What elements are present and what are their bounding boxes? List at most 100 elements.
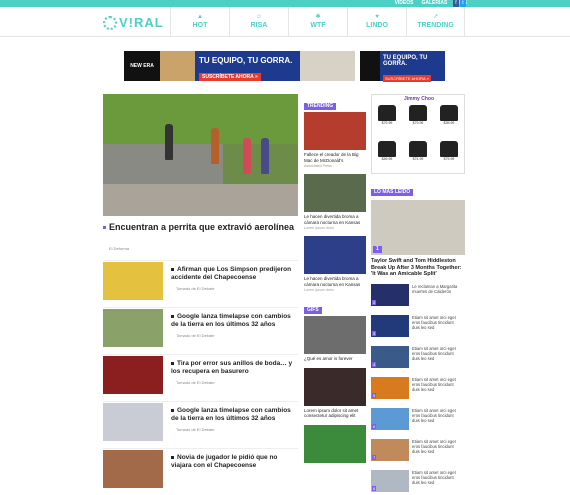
most-read-item[interactable]: 4 Etiam sit amet orci eget eros faucibus… (371, 345, 465, 371)
bullet-icon (171, 314, 174, 318)
most-read-item[interactable]: 5 Etiam sit amet orci eget eros faucibus… (371, 376, 465, 402)
item-number: 6 (372, 423, 377, 429)
logo-dot-icon (103, 15, 117, 30)
side-banner-ad[interactable]: TU EQUIPO, TU GORRA. SUSCRÍBETE AHORA » (360, 51, 445, 82)
feature-image[interactable]: 1 (371, 200, 465, 255)
item-thumbnail: 6 (371, 407, 409, 430)
banner-ad[interactable]: NEW ERA TU EQUIPO, TU GORRA. SUSCRÍBETE … (124, 51, 355, 81)
most-read-item[interactable]: 2 Le reclaman a Margarita muertes de Cal… (371, 283, 465, 309)
list-title: Google lanza timelapse con cambios de la… (171, 313, 296, 329)
shoe-image (409, 105, 427, 121)
shoe-image (409, 141, 427, 157)
shoe-image (378, 105, 396, 121)
most-read-item[interactable]: 7 Etiam sit amet orci eget eros faucibus… (371, 438, 465, 464)
hero-image[interactable] (103, 94, 298, 216)
list-title: Novia de jugador le pidió que no viajara… (171, 454, 296, 470)
list-item[interactable]: Novia de jugador le pidió que no viajara… (103, 448, 298, 495)
most-read-item[interactable]: 6 Etiam sit amet orci eget eros faucibus… (371, 407, 465, 433)
list-item[interactable]: Tira por error sus anillos de boda… y lo… (103, 354, 298, 401)
ad-cta-button[interactable]: SUSCRÍBETE AHORA » (199, 73, 261, 81)
nav-item-lindo[interactable]: ♥ LINDO (347, 7, 406, 37)
ad-headline: TU EQUIPO, TU GORRA. (383, 55, 428, 67)
list-title: Tira por error sus anillos de boda… y lo… (171, 360, 296, 376)
most-read-item[interactable]: 3 Etiam sit amet orci eget eros faucibus… (371, 314, 465, 340)
hero-person (165, 124, 173, 160)
product-shoe: $74.99 (405, 141, 431, 163)
product-shoe: $79.99 (405, 105, 431, 127)
card-image (304, 316, 366, 354)
hero-trees (103, 94, 298, 144)
list-item[interactable]: Google lanza timelapse con cambios de la… (103, 307, 298, 354)
list-item[interactable]: Afirman que Los Simpson predijeron accid… (103, 260, 298, 307)
list-title-text: Tira por error sus anillos de boda… y lo… (171, 360, 293, 375)
facebook-icon[interactable]: f (453, 0, 459, 7)
list-thumbnail (103, 356, 163, 394)
trending-card[interactable]: Fallece el creador de la Big Mac de McDo… (304, 112, 366, 168)
article-list: Afirman que Los Simpson predijeron accid… (103, 260, 298, 495)
sidebar: Jimmy Choo $79.99 $79.99 $39.99 $49.99 $… (371, 94, 465, 495)
item-text: Etiam sit amet orci eget eros faucibus t… (412, 345, 456, 361)
top-link-galerias[interactable]: GALERIAS (418, 0, 450, 7)
card-image (304, 236, 366, 274)
shoes-ad[interactable]: Jimmy Choo $79.99 $79.99 $39.99 $49.99 $… (371, 94, 465, 174)
top-link-videos[interactable]: VIDEOS (392, 0, 417, 7)
trending-column: TRENDING Fallece el creador de la Big Ma… (304, 94, 366, 469)
most-read-item[interactable]: 8 Etiam sit amet orci eget eros faucibus… (371, 469, 465, 495)
trending-card[interactable]: Le hacen divertida broma a cámara noctur… (304, 236, 366, 292)
ad-brand-logo (360, 51, 380, 81)
feature-title[interactable]: Taylor Swift and Tom Hiddleston Break Up… (371, 258, 465, 278)
bullet-icon (171, 408, 174, 412)
site-logo[interactable]: V!RAL (103, 15, 164, 30)
shoe-image (440, 105, 458, 121)
list-title-text: Novia de jugador le pidió que no viajara… (171, 454, 278, 469)
item-thumbnail: 5 (371, 376, 409, 399)
list-title-text: Google lanza timelapse con cambios de la… (171, 407, 291, 422)
card-title: Lorem ipsum dolor sit amet consectetur a… (304, 407, 359, 419)
twitter-icon[interactable]: t (460, 0, 466, 7)
wtf-icon: ✱ (315, 14, 321, 20)
hero-title[interactable]: Encuentran a perrita que extravió aerolí… (103, 222, 298, 233)
list-title-text: Google lanza timelapse con cambios de la… (171, 313, 291, 328)
gif-card[interactable]: Lorem ipsum dolor sit amet consectetur a… (304, 367, 366, 419)
nav-label: HOT (192, 22, 208, 29)
list-thumbnail (103, 262, 163, 300)
item-text: Etiam sit amet orci eget eros faucibus t… (412, 407, 456, 423)
card-meta: Lorem ipsum dolor (304, 226, 334, 230)
product-shoe: $49.99 (374, 141, 400, 163)
nav-item-risa[interactable]: ☺ RISA (229, 7, 288, 37)
most-read-label: LO MÁS LEÍDO (371, 189, 414, 196)
trending-card[interactable]: Le hacen divertida broma a cámara noctur… (304, 174, 366, 230)
list-thumbnail (103, 309, 163, 347)
nav-item-hot[interactable]: ▲ HOT (170, 7, 229, 37)
heart-icon: ♥ (375, 14, 379, 20)
list-title: Afirman que Los Simpson predijeron accid… (171, 266, 296, 282)
ad-copy: TU EQUIPO, TU GORRA. SUSCRÍBETE AHORA » (195, 51, 300, 81)
card-meta: Lorem ipsum dolor (304, 288, 334, 292)
nav-item-wtf[interactable]: ✱ WTF (288, 7, 347, 37)
card-image (304, 367, 366, 406)
product-shoe: $79.99 (374, 105, 400, 127)
item-number: 2 (372, 299, 377, 305)
hero-person (211, 128, 219, 164)
ad-cta-button[interactable]: SUSCRÍBETE AHORA » (383, 75, 431, 82)
price: $39.99 (443, 121, 455, 125)
item-thumbnail: 2 (371, 283, 409, 306)
card-meta: Associated Press (304, 164, 332, 168)
item-number: 3 (372, 330, 377, 336)
item-number: 8 (372, 485, 377, 491)
item-text: Etiam sit amet orci eget eros faucibus t… (412, 314, 456, 330)
nav-label: LINDO (366, 22, 388, 29)
item-thumbnail: 3 (371, 314, 409, 337)
list-thumbnail (103, 403, 163, 441)
list-meta: Tomado de El Debate (176, 333, 215, 338)
ad-cap-image (160, 51, 195, 81)
hero-wall (103, 144, 223, 184)
price: $79.99 (412, 121, 424, 125)
hero-meta: El Deforma (109, 246, 130, 251)
logo-text: V!RAL (119, 15, 164, 30)
nav-item-trending[interactable]: ↗ TRENDING (406, 7, 465, 37)
list-item[interactable]: Google lanza timelapse con cambios de la… (103, 401, 298, 448)
gif-card[interactable]: ¿Qué es amor is forever (304, 316, 366, 362)
gif-card[interactable] (304, 424, 366, 463)
list-title-text: Afirman que Los Simpson predijeron accid… (171, 266, 292, 281)
